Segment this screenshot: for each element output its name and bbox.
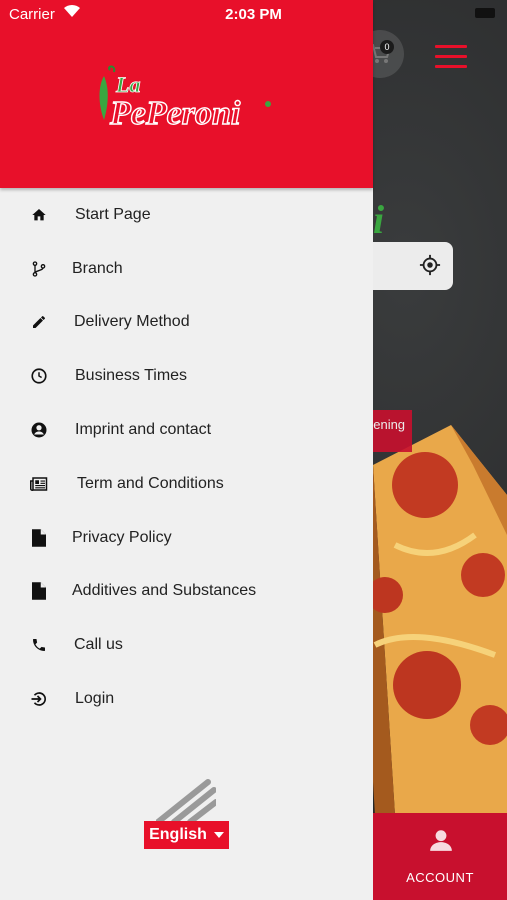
locate-icon[interactable] xyxy=(419,254,441,276)
menu-item-label: Imprint and contact xyxy=(75,421,212,439)
menu-item-label: Term and Conditions xyxy=(77,474,224,492)
menu-item-label: Privacy Policy xyxy=(72,528,172,546)
status-bar: Carrier 2:03 PM xyxy=(0,0,507,28)
person-icon xyxy=(430,830,452,851)
menu-toggle-icon[interactable] xyxy=(435,45,467,69)
menu-item-term-and-conditions[interactable]: Term and Conditions xyxy=(0,457,373,511)
file-icon xyxy=(30,582,48,601)
account-tab[interactable]: ACCOUNT xyxy=(373,813,507,900)
drawer-header: La PePeroni xyxy=(0,0,373,188)
menu-item-label: Delivery Method xyxy=(74,313,190,331)
svg-text:La: La xyxy=(115,72,140,97)
menu-item-label: Call us xyxy=(74,636,123,654)
menu-item-business-times[interactable]: Business Times xyxy=(0,349,373,403)
branch-icon xyxy=(30,260,48,278)
menu-item-additives-and-substances[interactable]: Additives and Substances xyxy=(0,565,373,619)
account-tab-label: ACCOUNT xyxy=(406,870,474,885)
file-icon xyxy=(30,528,48,547)
cart-count-badge: 0 xyxy=(380,40,394,54)
battery-icon xyxy=(475,8,495,18)
menu-item-label: Business Times xyxy=(75,367,188,385)
caret-down-icon xyxy=(213,832,224,838)
account-circle-icon xyxy=(30,421,48,439)
menu-item-call-us[interactable]: Call us xyxy=(0,618,373,672)
pizza-image xyxy=(355,425,507,815)
menu-item-label: Start Page xyxy=(75,205,151,223)
language-decoration-icon xyxy=(156,779,216,822)
menu-item-branch[interactable]: Branch xyxy=(0,242,373,296)
menu-item-delivery-method[interactable]: Delivery Method xyxy=(0,296,373,350)
newspaper-icon xyxy=(30,475,48,493)
navigation-drawer: La PePeroni Start Page Branch Delivery M… xyxy=(0,0,373,900)
la-peperoni-logo: La PePeroni xyxy=(99,65,271,133)
menu-item-label: Login xyxy=(75,690,115,708)
menu-item-privacy-policy[interactable]: Privacy Policy xyxy=(0,511,373,565)
menu-item-label: Additives and Substances xyxy=(72,582,257,600)
language-selector-area: English xyxy=(144,778,234,850)
svg-text:PePeroni: PePeroni xyxy=(109,95,241,132)
status-time: 2:03 PM xyxy=(225,6,282,23)
clock-icon xyxy=(30,367,48,385)
menu-item-login[interactable]: Login xyxy=(0,672,373,726)
phone-icon xyxy=(30,636,48,654)
language-dropdown[interactable]: English xyxy=(144,821,229,849)
drawer-menu: Start Page Branch Delivery Method Busine… xyxy=(0,188,373,726)
language-selected-label: English xyxy=(149,826,207,843)
background-logo-fragment: i xyxy=(373,197,385,242)
menu-item-start-page[interactable]: Start Page xyxy=(0,188,373,242)
home-icon xyxy=(30,206,48,224)
menu-item-imprint-and-contact[interactable]: Imprint and contact xyxy=(0,403,373,457)
login-icon xyxy=(30,690,48,708)
pencil-icon xyxy=(30,313,48,331)
menu-item-label: Branch xyxy=(72,259,123,277)
